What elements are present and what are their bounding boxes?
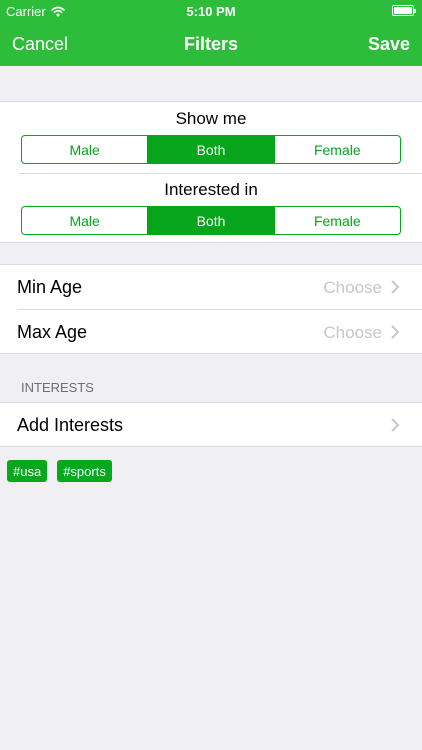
status-time: 5:10 PM (186, 4, 236, 19)
divider (19, 173, 422, 174)
add-interests-label: Add Interests (17, 415, 124, 435)
chevron-right-icon (391, 280, 400, 294)
max-age-label: Max Age (17, 322, 88, 342)
show-me-male[interactable]: Male (22, 136, 149, 163)
max-age-value: Choose (323, 323, 382, 342)
min-age-label: Min Age (17, 277, 83, 297)
interests-card: Add Interests (0, 402, 422, 447)
age-card: Min Age Choose Max Age Choose (0, 264, 422, 354)
interests-section-header: INTERESTS (21, 380, 94, 395)
show-me-label: Show me (175, 109, 247, 128)
show-me-segmented-control: Male Both Female (21, 135, 401, 164)
show-me-female[interactable]: Female (275, 136, 400, 163)
min-age-row[interactable]: Min Age Choose (0, 265, 422, 310)
interested-in-male[interactable]: Male (22, 207, 149, 234)
chevron-right-icon (391, 325, 400, 339)
interested-in-both[interactable]: Both (148, 207, 275, 234)
chevron-right-icon (391, 418, 400, 432)
gender-card: Show me Male Both Female Interested in M… (0, 101, 422, 243)
status-bar: Carrier 5:10 PM (0, 0, 422, 22)
header: Carrier 5:10 PM Cancel Filters Save (0, 0, 422, 66)
save-button[interactable]: Save (368, 34, 410, 55)
min-age-value: Choose (323, 278, 382, 297)
show-me-both[interactable]: Both (148, 136, 275, 163)
interested-in-segmented-control: Male Both Female (21, 206, 401, 235)
interest-tags: #usa #sports (7, 460, 112, 482)
interested-in-label: Interested in (164, 180, 258, 199)
nav-bar: Cancel Filters Save (0, 22, 422, 66)
max-age-row[interactable]: Max Age Choose (0, 310, 422, 354)
interested-in-female[interactable]: Female (275, 207, 400, 234)
page-title: Filters (183, 34, 239, 54)
add-interests-row[interactable]: Add Interests (0, 403, 422, 447)
interest-tag[interactable]: #sports (57, 460, 112, 482)
battery-fill (394, 7, 412, 14)
interest-tag[interactable]: #usa (7, 460, 48, 482)
battery-icon (392, 5, 416, 16)
